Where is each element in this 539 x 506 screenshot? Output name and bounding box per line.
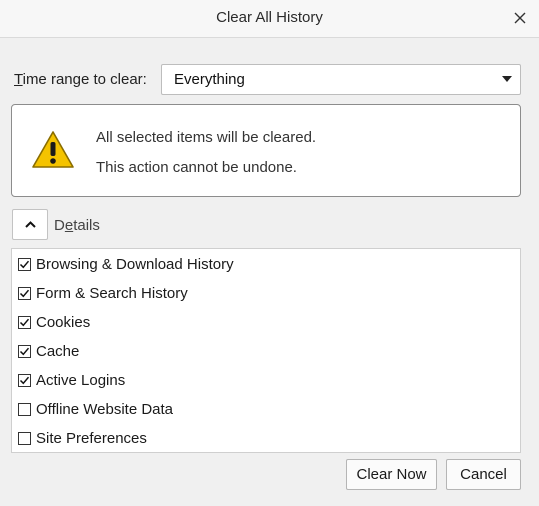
item-label: Site Preferences — [36, 430, 147, 447]
dialog-title: Clear All History — [216, 9, 323, 26]
details-label: Details — [54, 217, 100, 234]
checkmark-icon — [19, 347, 30, 356]
chevron-down-icon — [502, 76, 512, 82]
item-form-search-history[interactable]: Form & Search History — [12, 282, 312, 306]
time-range-label: Time range to clear: — [14, 71, 147, 88]
warning-box: All selected items will be cleared. This… — [11, 104, 521, 197]
item-site-preferences[interactable]: Site Preferences — [12, 427, 312, 451]
close-button[interactable] — [509, 7, 531, 29]
clear-now-button[interactable]: Clear Now — [346, 459, 437, 490]
clear-history-dialog: Clear All History Time range to clear: E… — [0, 0, 539, 506]
item-offline-website-data[interactable]: Offline Website Data — [12, 398, 312, 422]
item-active-logins[interactable]: Active Logins — [12, 369, 312, 393]
item-label: Cache — [36, 343, 80, 360]
checkbox-cookies[interactable] — [18, 316, 31, 329]
time-range-dropdown[interactable]: Everything — [161, 64, 521, 95]
item-label: Offline Website Data — [36, 401, 174, 418]
item-browsing-download-history[interactable]: Browsing & Download History — [12, 253, 312, 277]
checkbox-offline-website-data[interactable] — [18, 403, 31, 416]
checkmark-icon — [19, 260, 30, 269]
warning-message: All selected items will be cleared. — [96, 129, 317, 146]
item-cache[interactable]: Cache — [12, 340, 312, 364]
checkbox-browsing-download-history[interactable] — [18, 258, 31, 271]
checkbox-cache[interactable] — [18, 345, 31, 358]
checkmark-icon — [19, 376, 30, 385]
time-range-value: Everything — [174, 71, 245, 88]
cancel-button[interactable]: Cancel — [446, 459, 521, 490]
checkbox-form-search-history[interactable] — [18, 287, 31, 300]
history-items-list: Browsing & Download History Form & Searc… — [11, 248, 521, 453]
checkbox-site-preferences[interactable] — [18, 432, 31, 445]
item-label: Active Logins — [36, 372, 126, 389]
warning-submessage: This action cannot be undone. — [96, 159, 297, 176]
item-cookies[interactable]: Cookies — [12, 311, 312, 335]
item-label: Cookies — [36, 314, 91, 331]
checkbox-active-logins[interactable] — [18, 374, 31, 387]
warning-triangle-icon — [32, 131, 74, 168]
item-label: Browsing & Download History — [36, 256, 234, 273]
checkmark-icon — [19, 289, 30, 298]
close-icon — [514, 12, 526, 24]
title-bar: Clear All History — [0, 0, 539, 38]
item-label: Form & Search History — [36, 285, 188, 302]
chevron-up-icon — [24, 221, 36, 228]
checkmark-icon — [19, 318, 30, 327]
details-toggle-button[interactable] — [12, 209, 48, 240]
